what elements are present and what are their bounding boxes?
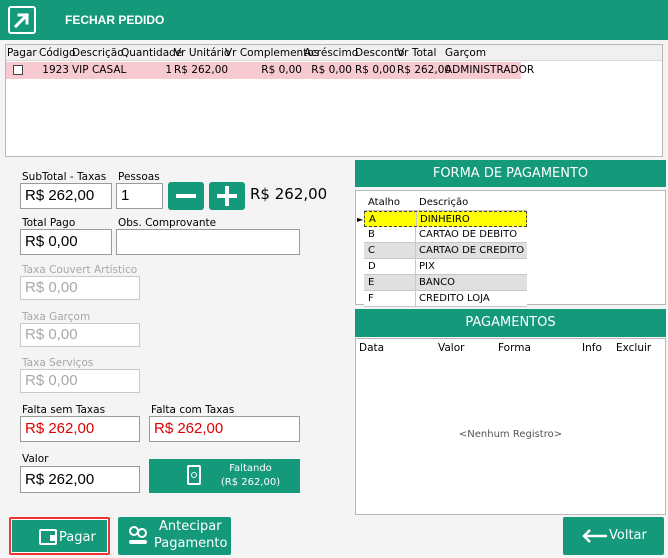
col-excluir[interactable]: Excluir bbox=[616, 342, 651, 354]
taxa-garcom-label: Taxa Garçom bbox=[22, 311, 91, 323]
row-atalho: F bbox=[366, 291, 416, 306]
valor-label: Valor bbox=[22, 453, 49, 465]
falta-sem-taxas-label: Falta sem Taxas bbox=[22, 404, 106, 416]
pagar-button[interactable]: Pagar bbox=[9, 517, 110, 555]
total-pago-field[interactable]: R$ 0,00 bbox=[20, 229, 112, 255]
minus-icon bbox=[176, 194, 196, 198]
faltando-label: Faltando bbox=[229, 463, 272, 474]
couvert-field[interactable]: R$ 0,00 bbox=[20, 276, 140, 300]
window-title: FECHAR PEDIDO bbox=[65, 13, 165, 27]
cell-codigo: 1923 bbox=[42, 64, 69, 76]
obs-comprovante-field[interactable] bbox=[116, 229, 300, 255]
faltando-button[interactable]: Faltando (R$ 262,00) bbox=[149, 459, 300, 493]
wallet-icon bbox=[39, 529, 57, 545]
increase-people-button[interactable] bbox=[209, 182, 245, 210]
grid-header: Pagar Código Descrição Quantidade Vr Uni… bbox=[6, 45, 662, 61]
falta-com-taxas-field[interactable]: R$ 262,00 bbox=[149, 416, 300, 442]
payment-method-row[interactable]: F CREDITO LOJA bbox=[364, 291, 527, 307]
col-data[interactable]: Data bbox=[359, 342, 384, 354]
valor-field[interactable]: R$ 262,00 bbox=[20, 466, 140, 493]
cell-vr-total: R$ 262,00 bbox=[397, 64, 452, 76]
row-descricao: BANCO bbox=[419, 277, 456, 288]
pagamentos-grid[interactable]: Data Valor Forma Info Excluir <Nenhum Re… bbox=[355, 338, 666, 515]
pagar-checkbox[interactable] bbox=[13, 62, 23, 78]
row-atalho: B bbox=[366, 227, 416, 242]
order-items-grid[interactable]: Pagar Código Descrição Quantidade Vr Uni… bbox=[5, 44, 663, 157]
pessoas-label: Pessoas bbox=[118, 171, 160, 183]
col-forma[interactable]: Forma bbox=[498, 342, 531, 354]
col-descricao[interactable]: Descrição bbox=[72, 45, 124, 61]
coins-hand-icon bbox=[129, 526, 147, 544]
cell-garcom: ADMINISTRADOR bbox=[445, 64, 535, 76]
cell-vr-complementos: R$ 0,00 bbox=[261, 64, 302, 76]
payment-method-row[interactable]: ► A DINHEIRO bbox=[357, 211, 527, 227]
row-pointer-icon: ► bbox=[357, 215, 364, 224]
row-descricao: CARTAO DE CREDITO bbox=[419, 245, 525, 256]
pagar-label: Pagar bbox=[59, 530, 96, 545]
row-descricao: CARTAO DE DEBITO bbox=[419, 229, 518, 240]
arrow-left-icon bbox=[582, 529, 607, 543]
per-person-total: R$ 262,00 bbox=[250, 185, 328, 203]
payment-method-row[interactable]: E BANCO bbox=[364, 275, 527, 291]
falta-sem-taxas-field[interactable]: R$ 262,00 bbox=[20, 416, 140, 442]
voltar-button[interactable]: Voltar bbox=[563, 517, 664, 555]
row-atalho: E bbox=[366, 275, 416, 290]
table-row[interactable]: 1923 VIP CASAL 1 R$ 262,00 R$ 0,00 R$ 0,… bbox=[6, 62, 534, 79]
col-vr-unitario[interactable]: Vr Unitário bbox=[174, 45, 230, 61]
antecipar-label-line1: Antecipar bbox=[159, 519, 222, 534]
cell-quantidade: 1 bbox=[165, 64, 172, 76]
empty-state-text: <Nenhum Registro> bbox=[458, 429, 563, 440]
subtotal-field[interactable]: R$ 262,00 bbox=[20, 183, 112, 209]
forma-pagamento-title: FORMA DE PAGAMENTO bbox=[355, 160, 666, 187]
cell-vr-unitario: R$ 262,00 bbox=[174, 64, 229, 76]
row-atalho: A bbox=[367, 212, 417, 226]
pagamentos-title: PAGAMENTOS bbox=[355, 309, 666, 337]
payment-method-row[interactable]: B CARTAO DE DEBITO bbox=[364, 227, 527, 243]
row-descricao: DINHEIRO bbox=[420, 214, 470, 225]
payment-method-row[interactable]: D PIX bbox=[364, 259, 527, 275]
taxa-servicos-label: Taxa Serviços bbox=[22, 357, 94, 369]
col-acrescimo[interactable]: Acréscimo bbox=[304, 45, 358, 61]
forma-grid-header: Atalho Descrição bbox=[364, 195, 527, 211]
pessoas-field[interactable]: 1 bbox=[116, 183, 163, 209]
forma-pagamento-grid[interactable]: Atalho Descrição ► A DINHEIRO B CARTAO D… bbox=[355, 190, 666, 307]
cell-acrescimo: R$ 0,00 bbox=[311, 64, 352, 76]
col-pagar[interactable]: Pagar bbox=[7, 45, 37, 61]
col-vr-total[interactable]: Vr Total bbox=[397, 45, 436, 61]
couvert-label: Taxa Couvert Artístico bbox=[22, 264, 138, 276]
voltar-label: Voltar bbox=[609, 528, 647, 543]
money-phone-icon bbox=[187, 465, 201, 485]
col-codigo[interactable]: Código bbox=[39, 45, 75, 61]
decrease-people-button[interactable] bbox=[168, 182, 204, 210]
title-bar: FECHAR PEDIDO bbox=[0, 0, 668, 40]
col-atalho[interactable]: Atalho bbox=[366, 195, 416, 210]
col-garcom[interactable]: Garçom bbox=[445, 45, 486, 61]
total-pago-label: Total Pago bbox=[22, 217, 76, 229]
cell-descricao: VIP CASAL bbox=[72, 64, 127, 76]
subtotal-label: SubTotal - Taxas bbox=[22, 171, 107, 183]
falta-com-taxas-label: Falta com Taxas bbox=[151, 404, 235, 416]
col-info[interactable]: Info bbox=[582, 342, 602, 354]
taxa-garcom-field[interactable]: R$ 0,00 bbox=[20, 323, 140, 347]
cell-desconto: R$ 0,00 bbox=[355, 64, 396, 76]
row-atalho: C bbox=[366, 243, 416, 258]
payment-method-row[interactable]: C CARTAO DE CREDITO bbox=[364, 243, 527, 259]
col-valor[interactable]: Valor bbox=[438, 342, 464, 354]
row-descricao: PIX bbox=[419, 261, 435, 272]
col-descricao-forma[interactable]: Descrição bbox=[416, 195, 527, 210]
antecipar-pagamento-button[interactable]: Antecipar Pagamento bbox=[118, 517, 231, 555]
row-atalho: D bbox=[366, 259, 416, 274]
taxa-servicos-field[interactable]: R$ 0,00 bbox=[20, 369, 140, 393]
logo-arrow-icon bbox=[8, 6, 36, 34]
antecipar-label-line2: Pagamento bbox=[154, 536, 228, 551]
faltando-value: (R$ 262,00) bbox=[220, 477, 281, 488]
obs-comprovante-label: Obs. Comprovante bbox=[118, 217, 217, 229]
row-descricao: CREDITO LOJA bbox=[419, 293, 490, 304]
